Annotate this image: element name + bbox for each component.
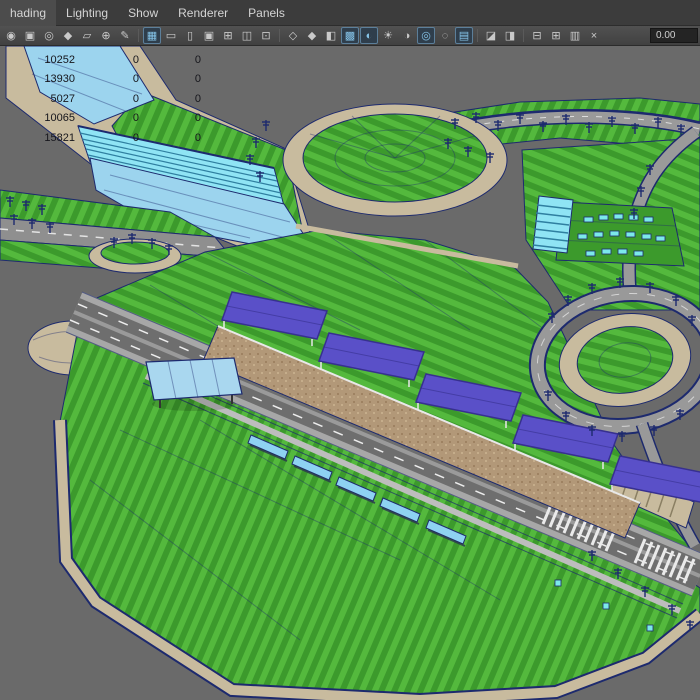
- smooth-shade-icon[interactable]: ◆: [303, 27, 321, 44]
- menu-item-hading[interactable]: hading: [0, 0, 56, 26]
- hud-row: 1582100: [0, 128, 201, 148]
- hud-value: 13930: [0, 73, 75, 85]
- hud-value: 0: [139, 73, 201, 85]
- bookmark-icon[interactable]: ◆: [59, 27, 77, 44]
- lock-camera-icon[interactable]: ▣: [21, 27, 39, 44]
- menu-item-lighting[interactable]: Lighting: [56, 0, 118, 26]
- hud-value: 0: [139, 132, 201, 144]
- hud-value: 0: [75, 93, 139, 105]
- shadows-icon[interactable]: ◑: [398, 27, 416, 44]
- film-strip-icon[interactable]: ▥: [566, 27, 584, 44]
- image-plane-icon[interactable]: ▱: [78, 27, 96, 44]
- hud-value: 0: [139, 112, 201, 124]
- field-chart-icon[interactable]: ⊞: [219, 27, 237, 44]
- panel-layout-icon[interactable]: ⊟: [528, 27, 546, 44]
- hud-value: 5027: [0, 93, 75, 105]
- heads-up-display: 1025200139300050270010065001582100: [0, 50, 201, 148]
- gate-mask-icon[interactable]: ▣: [200, 27, 218, 44]
- lights-icon[interactable]: ☀: [379, 27, 397, 44]
- hud-value: 0: [75, 112, 139, 124]
- hud-value: 15821: [0, 132, 75, 144]
- multisample-icon[interactable]: ▤: [455, 27, 473, 44]
- toolbar-separator: [477, 29, 478, 42]
- hud-row: 502700: [0, 89, 201, 109]
- maya-viewport-panel: 1025200139300050270010065001582100 hadin…: [0, 0, 700, 700]
- hud-value: 0: [139, 93, 201, 105]
- textured-icon[interactable]: ▩: [341, 27, 359, 44]
- toolbar-separator: [138, 29, 139, 42]
- menu-item-show[interactable]: Show: [118, 0, 168, 26]
- toolbar-separator: [523, 29, 524, 42]
- motion-blur-icon[interactable]: ◌: [436, 27, 454, 44]
- close-panel-icon[interactable]: ×: [585, 27, 603, 44]
- flat-shade-icon[interactable]: ◧: [322, 27, 340, 44]
- wireframe-icon[interactable]: ◇: [284, 27, 302, 44]
- camera-icon[interactable]: ◉: [2, 27, 20, 44]
- safe-action-icon[interactable]: ◫: [238, 27, 256, 44]
- toolbar-separator: [279, 29, 280, 42]
- film-gate-icon[interactable]: ▭: [162, 27, 180, 44]
- panel-menu-bar: hadingLightingShowRendererPanels: [0, 0, 700, 26]
- hud-row: 1393000: [0, 70, 201, 90]
- menu-item-panels[interactable]: Panels: [238, 0, 295, 26]
- canopy-shelter[interactable]: [146, 358, 242, 411]
- hud-value: 0: [75, 73, 139, 85]
- isolate-select-icon[interactable]: ◪: [482, 27, 500, 44]
- grid-icon[interactable]: ▦: [143, 27, 161, 44]
- hud-value: 0: [139, 54, 201, 66]
- hud-value: 0: [75, 132, 139, 144]
- mound-upper[interactable]: [283, 104, 507, 216]
- hud-row: 1025200: [0, 50, 201, 70]
- hud-value: 10065: [0, 112, 75, 124]
- occlusion-icon[interactable]: ◎: [417, 27, 435, 44]
- toolbar-icons: ◉▣◎◆▱⊕✎▦▭▯▣⊞◫⊡◇◆◧▩◐☀◑◎◌▤◪◨⊟⊞▥×: [2, 27, 645, 44]
- grid-layout-icon[interactable]: ⊞: [547, 27, 565, 44]
- panel-toolbar: ◉▣◎◆▱⊕✎▦▭▯▣⊞◫⊡◇◆◧▩◐☀◑◎◌▤◪◨⊟⊞▥× 0.00: [0, 26, 700, 46]
- resolution-gate-icon[interactable]: ▯: [181, 27, 199, 44]
- hud-value: 10252: [0, 54, 75, 66]
- hud-row: 1006500: [0, 109, 201, 129]
- menu-item-renderer[interactable]: Renderer: [168, 0, 238, 26]
- hud-value: 0: [75, 54, 139, 66]
- safe-title-icon[interactable]: ⊡: [257, 27, 275, 44]
- pan-zoom-icon[interactable]: ⊕: [97, 27, 115, 44]
- camera-attributes-icon[interactable]: ◎: [40, 27, 58, 44]
- exposure-field[interactable]: 0.00: [650, 28, 698, 43]
- grease-pencil-icon[interactable]: ✎: [116, 27, 134, 44]
- xray-icon[interactable]: ◨: [501, 27, 519, 44]
- use-default-material-icon[interactable]: ◐: [360, 27, 378, 44]
- menu-bar-items: hadingLightingShowRendererPanels: [0, 0, 295, 26]
